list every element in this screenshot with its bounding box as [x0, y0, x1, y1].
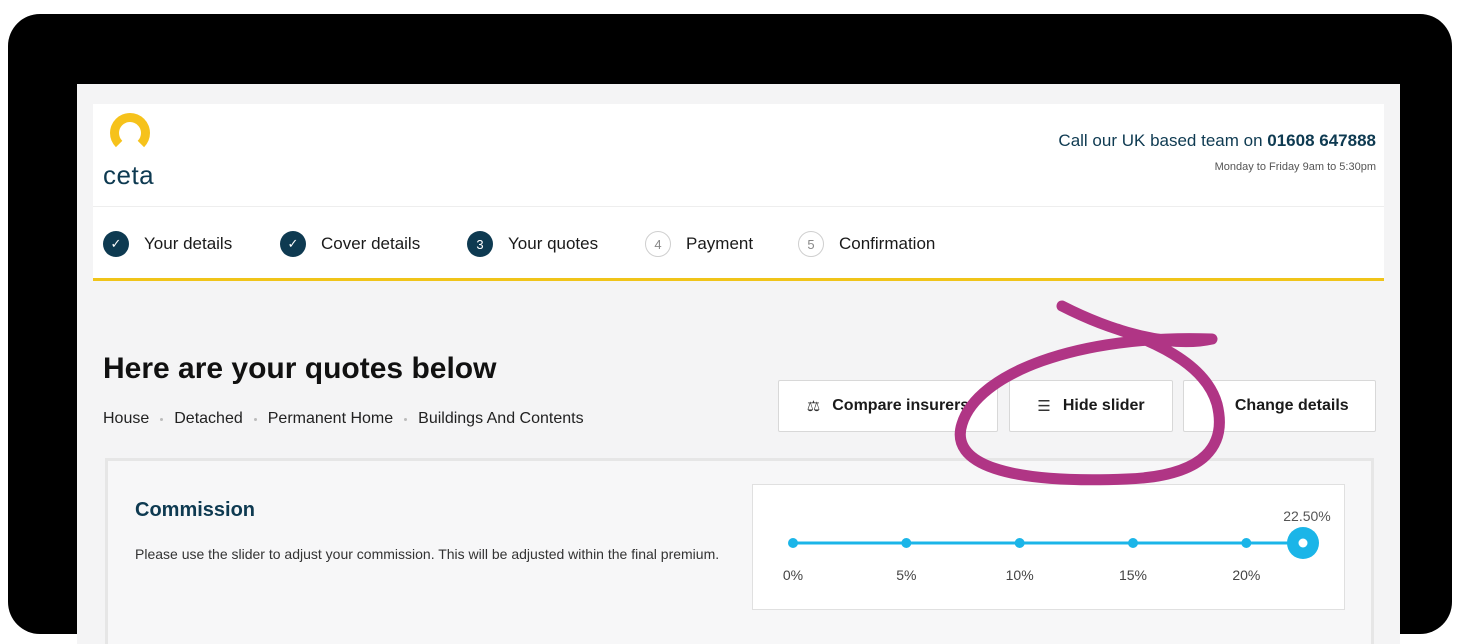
step-cover-details[interactable]: ✓ Cover details — [280, 229, 420, 259]
progress-steps: ✓ Your details ✓ Cover details 3 Your qu… — [93, 206, 1384, 281]
slider-tick-dot — [1014, 538, 1025, 548]
check-icon: ✓ — [280, 231, 306, 257]
slider-handle-center — [1298, 538, 1308, 548]
commission-slider[interactable]: 0% 5% 10% 15% 20% 22.50% — [752, 484, 1345, 610]
scales-icon: ⚖ — [806, 398, 821, 415]
sliders-icon: ☰ — [1037, 398, 1051, 415]
slider-tick-dot — [788, 538, 798, 548]
slider-tick-label: 10% — [1006, 567, 1034, 583]
step-number: 3 — [467, 231, 493, 257]
step-label: Cover details — [321, 234, 421, 253]
compare-insurers-button[interactable]: ⚖ Compare insurers — [778, 380, 998, 432]
step-label: Your details — [144, 234, 233, 253]
slider-tick-label: 20% — [1232, 567, 1260, 583]
separator-dot — [160, 417, 164, 421]
slider-tick-dot — [1128, 538, 1138, 548]
slider-tick-label: 15% — [1119, 567, 1147, 583]
breadcrumb: House Detached Permanent Home Buildings … — [103, 410, 584, 428]
step-your-quotes[interactable]: 3 Your quotes — [467, 229, 598, 259]
step-your-details[interactable]: ✓ Your details — [103, 229, 232, 259]
slider-tick-dot — [901, 538, 912, 548]
slider-value-label: 22.50% — [1283, 508, 1330, 524]
step-label: Confirmation — [839, 234, 936, 253]
crumb-cover-type: Buildings And Contents — [418, 410, 584, 427]
slider-tick-label: 5% — [896, 567, 916, 583]
commission-panel: Commission Please use the slider to adju… — [105, 458, 1374, 644]
contact-phone-line: Call our UK based team on 01608 647888 — [1058, 131, 1376, 151]
call-prefix: Call our UK based team on — [1058, 131, 1268, 150]
crumb-property-style: Detached — [174, 410, 243, 427]
step-number: 5 — [798, 231, 824, 257]
slider-graphic[interactable]: 0% 5% 10% 15% 20% 22.50% — [753, 485, 1344, 609]
slider-tick-dot — [1241, 538, 1252, 548]
hide-slider-button[interactable]: ☰ Hide slider — [1009, 380, 1173, 432]
step-label: Your quotes — [508, 234, 599, 253]
commission-title: Commission — [135, 499, 256, 521]
logo-text[interactable]: ceta — [103, 160, 154, 191]
device-frame: ceta Call our UK based team on 01608 647… — [8, 14, 1452, 644]
page-title: Here are your quotes below — [103, 352, 497, 385]
button-label: Compare insurers — [832, 397, 970, 414]
change-details-button[interactable]: ✎ Change details — [1183, 380, 1376, 432]
site-header: ceta Call our UK based team on 01608 647… — [93, 104, 1384, 206]
crumb-residency: Permanent Home — [267, 410, 394, 427]
phone-number[interactable]: 01608 647888 — [1267, 131, 1376, 150]
slider-tick-label: 0% — [783, 567, 803, 583]
ceta-logo-icon[interactable] — [110, 113, 150, 153]
edit-icon: ✎ — [1210, 398, 1223, 415]
separator-dot — [404, 417, 408, 421]
button-label: Hide slider — [1062, 397, 1145, 414]
button-label: Change details — [1234, 397, 1349, 414]
step-payment: 4 Payment — [645, 229, 753, 259]
commission-description: Please use the slider to adjust your com… — [135, 546, 720, 562]
browser-screen: ceta Call our UK based team on 01608 647… — [77, 84, 1400, 644]
opening-hours: Monday to Friday 9am to 5:30pm — [1214, 161, 1376, 173]
separator-dot — [253, 417, 257, 421]
check-icon: ✓ — [103, 231, 129, 257]
crumb-property-type: House — [103, 410, 150, 427]
step-label: Payment — [686, 234, 754, 253]
step-confirmation: 5 Confirmation — [798, 229, 935, 259]
step-number: 4 — [645, 231, 671, 257]
